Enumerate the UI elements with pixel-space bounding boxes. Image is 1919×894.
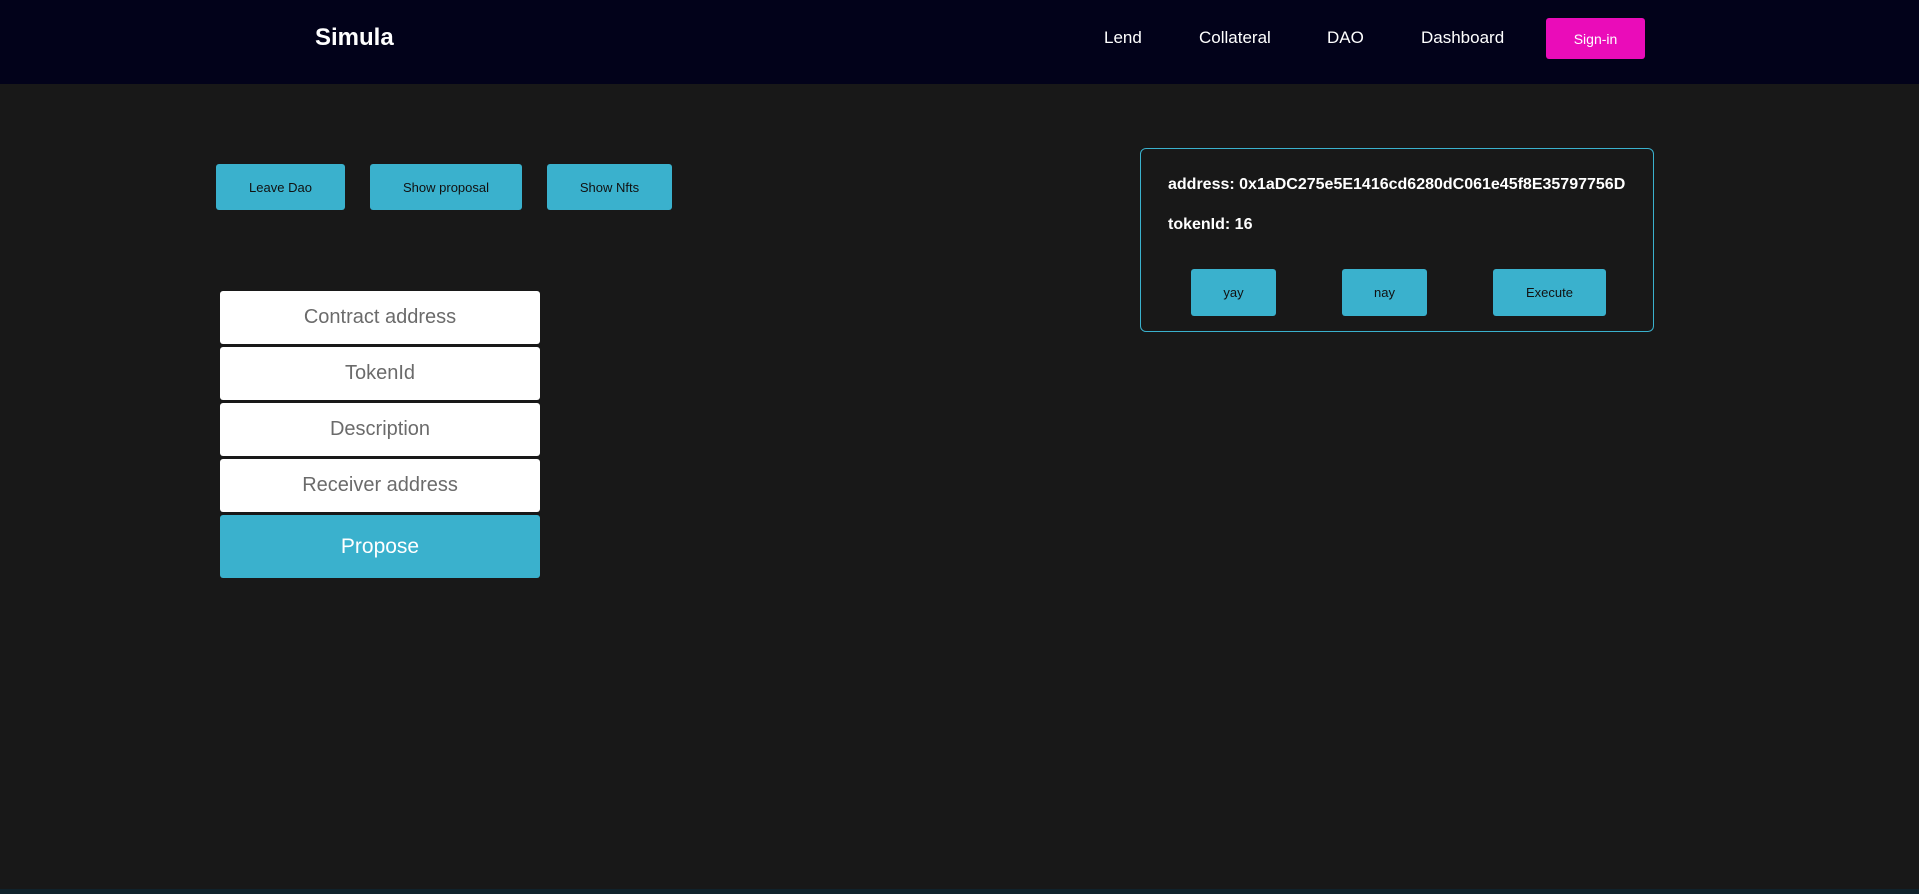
propose-button[interactable]: Propose — [220, 515, 540, 578]
show-nfts-button[interactable]: Show Nfts — [547, 164, 672, 210]
receiver-address-input[interactable] — [220, 459, 540, 512]
address-label: address: — [1168, 176, 1235, 193]
sign-in-button[interactable]: Sign-in — [1546, 18, 1645, 59]
proposal-address: address: 0x1aDC275e5E1416cd6280dC061e45f… — [1168, 176, 1625, 194]
yay-button[interactable]: yay — [1191, 269, 1276, 316]
token-id-label: tokenId: — [1168, 216, 1231, 233]
brand-logo[interactable]: Simula — [315, 24, 394, 52]
nav-dao[interactable]: DAO — [1327, 28, 1364, 48]
show-proposal-button[interactable]: Show proposal — [370, 164, 522, 210]
leave-dao-button[interactable]: Leave Dao — [216, 164, 345, 210]
navbar: Simula Lend Collateral DAO Dashboard Sig… — [0, 0, 1919, 84]
proposal-token-id: tokenId: 16 — [1168, 216, 1252, 234]
nav-lend[interactable]: Lend — [1104, 28, 1142, 48]
token-id-input[interactable] — [220, 347, 540, 400]
description-input[interactable] — [220, 403, 540, 456]
token-id-value: 16 — [1234, 216, 1253, 233]
nav-collateral[interactable]: Collateral — [1199, 28, 1271, 48]
address-value: 0x1aDC275e5E1416cd6280dC061e45f8E3579775… — [1239, 176, 1626, 193]
contract-address-input[interactable] — [220, 291, 540, 344]
proposal-card: address: 0x1aDC275e5E1416cd6280dC061e45f… — [1140, 148, 1654, 332]
execute-button[interactable]: Execute — [1493, 269, 1606, 316]
dao-page: Simula Lend Collateral DAO Dashboard Sig… — [0, 0, 1919, 894]
nay-button[interactable]: nay — [1342, 269, 1427, 316]
nav-dashboard[interactable]: Dashboard — [1421, 28, 1504, 48]
footer-strip — [0, 889, 1919, 894]
